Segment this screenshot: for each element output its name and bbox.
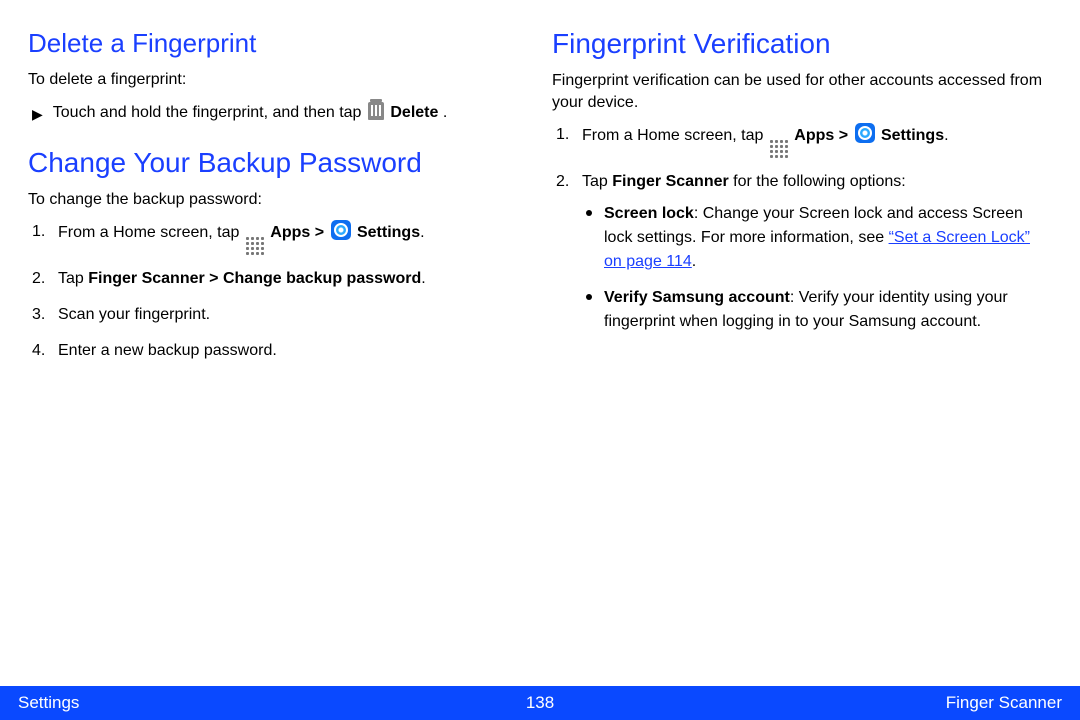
option-label: Screen lock (604, 205, 694, 222)
intro-delete-fingerprint: To delete a fingerprint: (28, 69, 528, 91)
page-footer: Settings 138 Finger Scanner (0, 686, 1080, 720)
step-item: From a Home screen, tap Apps > Settings. (556, 123, 1052, 158)
settings-label: Settings (357, 224, 420, 241)
step-text: Touch and hold the fingerprint, and then… (53, 101, 448, 125)
option-item: Screen lock: Change your Screen lock and… (582, 202, 1052, 274)
apps-label: Apps (270, 224, 310, 241)
heading-change-backup-password: Change Your Backup Password (28, 147, 528, 179)
trash-icon (368, 102, 384, 120)
step-item: Tap Finger Scanner for the following opt… (556, 170, 1052, 334)
footer-right: Finger Scanner (946, 693, 1062, 713)
footer-left: Settings (18, 693, 79, 713)
text-fragment: > (834, 127, 852, 144)
settings-gear-icon (331, 220, 351, 240)
footer-page-number: 138 (526, 693, 554, 713)
step-bold: Finger Scanner (612, 173, 728, 190)
right-column: Fingerprint Verification Fingerprint ver… (552, 28, 1052, 668)
delete-label: Delete (390, 104, 438, 121)
step-item: From a Home screen, tap Apps > Settings. (32, 220, 528, 255)
text-fragment: From a Home screen, tap (58, 224, 244, 241)
text-fragment: . (692, 253, 696, 270)
text-fragment: > (310, 224, 328, 241)
manual-page: Delete a Fingerprint To delete a fingerp… (0, 0, 1080, 720)
triangle-bullet-icon: ▶ (32, 104, 43, 125)
text-fragment: . (421, 270, 425, 287)
text-fragment: . (438, 104, 447, 121)
two-column-layout: Delete a Fingerprint To delete a fingerp… (28, 28, 1052, 668)
apps-grid-icon (246, 237, 264, 255)
step-item: Scan your fingerprint. (32, 303, 528, 327)
step-item: Enter a new backup password. (32, 339, 528, 363)
text-fragment: . (944, 127, 948, 144)
text-fragment: for the following options: (729, 173, 906, 190)
settings-gear-icon (855, 123, 875, 143)
apps-grid-icon (770, 140, 788, 158)
heading-fingerprint-verification: Fingerprint Verification (552, 28, 1052, 60)
steps-change-backup: From a Home screen, tap Apps > Settings.… (28, 220, 528, 363)
left-column: Delete a Fingerprint To delete a fingerp… (28, 28, 528, 668)
intro-fingerprint-verification: Fingerprint verification can be used for… (552, 70, 1052, 113)
steps-fingerprint-verification: From a Home screen, tap Apps > Settings.… (552, 123, 1052, 334)
settings-label: Settings (881, 127, 944, 144)
apps-label: Apps (794, 127, 834, 144)
heading-delete-fingerprint: Delete a Fingerprint (28, 28, 528, 59)
text-fragment: Tap (58, 270, 88, 287)
intro-change-backup: To change the backup password: (28, 189, 528, 211)
option-item: Verify Samsung account: Verify your iden… (582, 286, 1052, 334)
text-fragment: Touch and hold the fingerprint, and then… (53, 104, 366, 121)
step-bold: Finger Scanner > Change backup password (88, 270, 421, 287)
step-item: Tap Finger Scanner > Change backup passw… (32, 267, 528, 291)
text-fragment: . (420, 224, 424, 241)
option-label: Verify Samsung account (604, 289, 790, 306)
step-delete-fingerprint: ▶ Touch and hold the fingerprint, and th… (28, 101, 528, 125)
text-fragment: From a Home screen, tap (582, 127, 768, 144)
options-list: Screen lock: Change your Screen lock and… (582, 202, 1052, 334)
text-fragment: Tap (582, 173, 612, 190)
